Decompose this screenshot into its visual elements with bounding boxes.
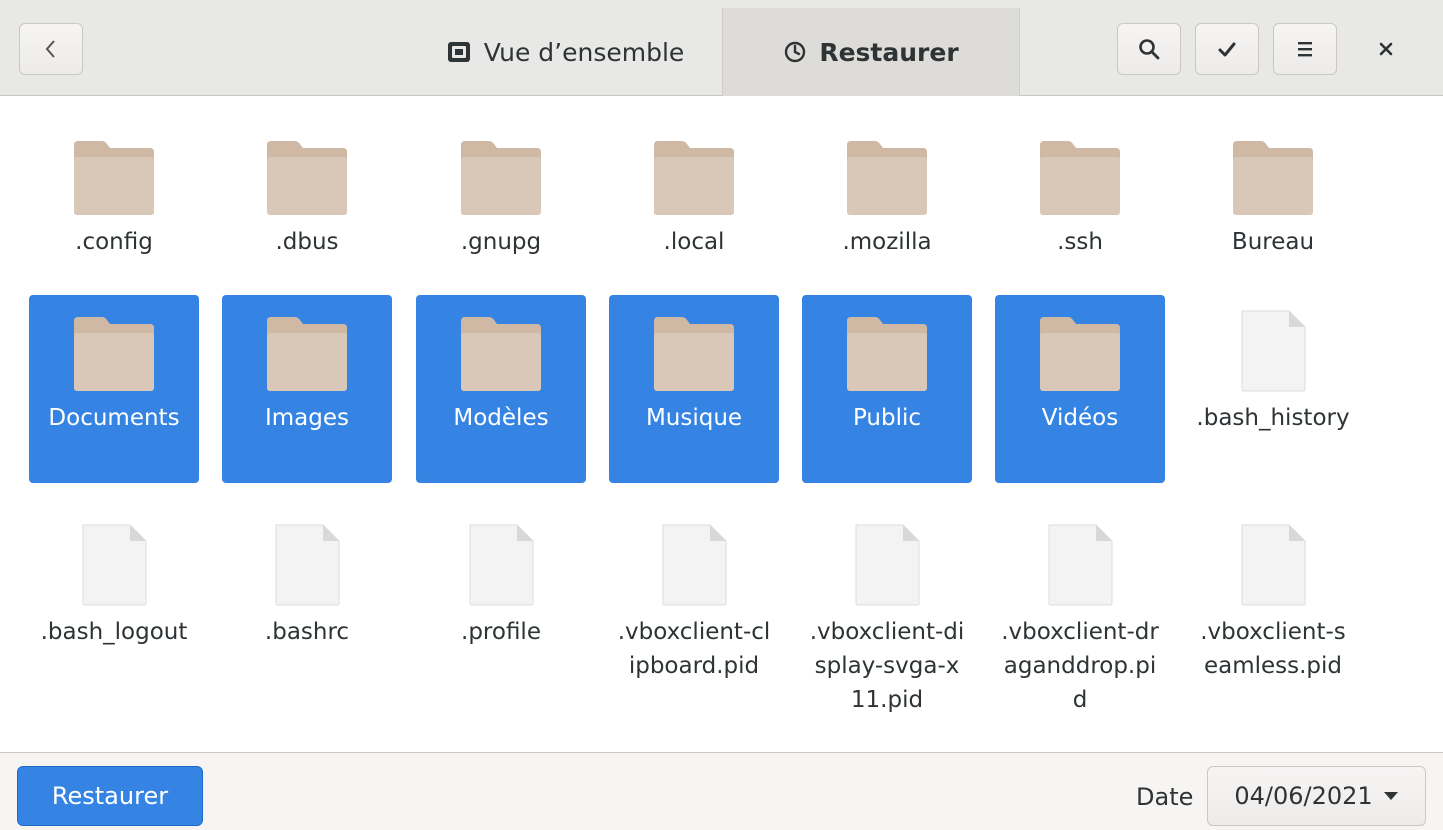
item-label: .vboxclient-draganddrop.pid xyxy=(1001,619,1159,713)
folder-icon xyxy=(845,309,929,393)
back-button[interactable] xyxy=(19,23,83,75)
item-label: Public xyxy=(852,405,922,431)
file-icon xyxy=(459,523,543,607)
date-value: 04/06/2021 xyxy=(1234,782,1373,810)
item-label: .gnupg xyxy=(460,229,542,255)
file-item[interactable]: .vboxclient-display-svga-x11.pid xyxy=(802,507,972,752)
folder-icon xyxy=(72,309,156,393)
tab-overview-label: Vue d’ensemble xyxy=(483,37,685,67)
folder-item[interactable]: Bureau xyxy=(1188,117,1358,301)
folder-icon xyxy=(652,133,736,217)
item-label: Modèles xyxy=(453,405,549,431)
folder-item[interactable]: Vidéos xyxy=(995,295,1165,483)
folder-item[interactable]: Musique xyxy=(609,295,779,483)
folder-icon xyxy=(459,133,543,217)
folder-item[interactable]: .gnupg xyxy=(416,117,586,301)
folder-icon xyxy=(265,133,349,217)
item-label: .dbus xyxy=(275,229,339,255)
hamburger-menu-icon xyxy=(1298,42,1312,57)
folder-item[interactable]: .local xyxy=(609,117,779,301)
item-label: Bureau xyxy=(1231,229,1315,255)
file-item[interactable]: .vboxclient-clipboard.pid xyxy=(609,507,779,752)
search-button[interactable] xyxy=(1117,23,1181,75)
folder-icon xyxy=(72,133,156,217)
file-item[interactable]: .bash_history xyxy=(1188,295,1358,483)
file-icon xyxy=(652,523,736,607)
item-label: .bashrc xyxy=(264,619,350,645)
folder-item[interactable]: Modèles xyxy=(416,295,586,483)
item-label: Images xyxy=(264,405,349,431)
checkmark-icon xyxy=(1218,42,1236,57)
folder-icon xyxy=(265,309,349,393)
restore-button[interactable]: Restaurer xyxy=(17,766,203,826)
item-label: Documents xyxy=(48,405,180,431)
folder-item[interactable]: Images xyxy=(222,295,392,483)
item-label: .local xyxy=(663,229,725,255)
file-item[interactable]: .bashrc xyxy=(222,507,392,752)
item-label: .bash_history xyxy=(1196,405,1350,431)
file-item[interactable]: .vboxclient-draganddrop.pid xyxy=(995,507,1165,752)
select-mode-button[interactable] xyxy=(1195,23,1259,75)
backup-window: Vue d’ensemble Restaurer .config .dbus .… xyxy=(0,0,1443,830)
date-dropdown[interactable]: 04/06/2021 xyxy=(1207,766,1426,826)
item-label: .vboxclient-seamless.pid xyxy=(1200,619,1346,679)
overview-icon xyxy=(447,42,470,62)
item-label: .mozilla xyxy=(842,229,932,255)
folder-icon xyxy=(1038,133,1122,217)
folder-icon xyxy=(845,133,929,217)
date-label: Date xyxy=(1136,783,1194,811)
close-button[interactable] xyxy=(1360,23,1412,75)
header-bar: Vue d’ensemble Restaurer xyxy=(0,0,1443,96)
folder-item[interactable]: .dbus xyxy=(222,117,392,301)
item-label: .bash_logout xyxy=(40,619,188,645)
close-icon xyxy=(1379,42,1393,56)
item-label: .config xyxy=(75,229,153,255)
item-label: .ssh xyxy=(1057,229,1103,255)
file-item[interactable]: .vboxclient-seamless.pid xyxy=(1188,507,1358,752)
folder-icon xyxy=(1231,133,1315,217)
file-icon xyxy=(845,523,929,607)
folder-item[interactable]: Public xyxy=(802,295,972,483)
tab-overview[interactable]: Vue d’ensemble xyxy=(410,8,720,96)
item-label: .vboxclient-clipboard.pid xyxy=(617,619,771,679)
item-label: .profile xyxy=(461,619,541,645)
tab-restore-label: Restaurer xyxy=(819,37,959,67)
footer-bar: Restaurer Date 04/06/2021 xyxy=(0,752,1443,830)
clock-icon xyxy=(785,41,806,63)
file-icon xyxy=(265,523,349,607)
folder-item[interactable]: .ssh xyxy=(995,117,1165,301)
dropdown-arrow-icon xyxy=(1383,792,1398,800)
item-label: .vboxclient-display-svga-x11.pid xyxy=(809,619,965,713)
folder-item[interactable]: .config xyxy=(29,117,199,301)
folder-icon xyxy=(1038,309,1122,393)
search-icon xyxy=(1139,39,1160,60)
file-item[interactable]: .bash_logout xyxy=(29,507,199,752)
folder-icon xyxy=(652,309,736,393)
file-icon xyxy=(1231,309,1315,393)
menu-button[interactable] xyxy=(1273,23,1337,75)
item-label: Musique xyxy=(645,405,743,431)
file-icon xyxy=(1231,523,1315,607)
file-grid: .config .dbus .gnupg .local .mozilla .ssh Bure… xyxy=(0,97,1443,752)
chevron-left-icon xyxy=(45,40,55,58)
folder-item[interactable]: .mozilla xyxy=(802,117,972,301)
folder-item[interactable]: Documents xyxy=(29,295,199,483)
file-item[interactable]: .profile xyxy=(416,507,586,752)
item-label: Vidéos xyxy=(1041,405,1119,431)
folder-icon xyxy=(459,309,543,393)
tab-restore[interactable]: Restaurer xyxy=(722,8,1020,96)
file-icon xyxy=(72,523,156,607)
file-icon xyxy=(1038,523,1122,607)
